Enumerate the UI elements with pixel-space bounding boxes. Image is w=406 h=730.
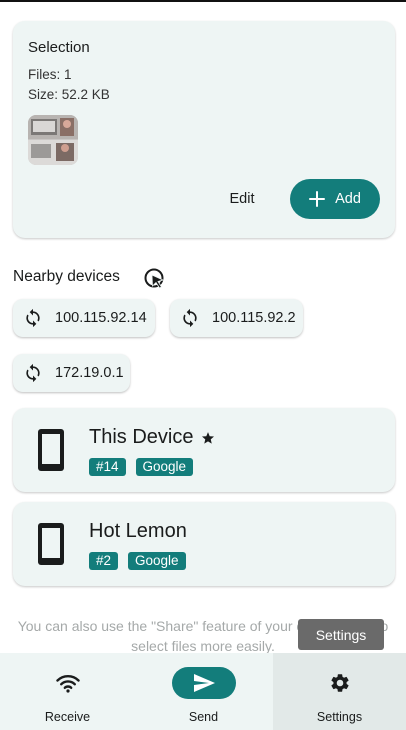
nav-send[interactable]: Send — [136, 653, 271, 730]
gear-icon — [330, 674, 349, 692]
refresh-icon — [26, 308, 40, 328]
selection-file-count: Files: 1 — [28, 67, 72, 82]
address-label: 172.19.0.1 — [55, 365, 124, 381]
nav-settings[interactable]: Settings — [273, 653, 406, 730]
send-icon — [193, 674, 215, 692]
nearby-address-chip[interactable]: 172.19.0.1 — [13, 354, 130, 392]
phone-icon — [38, 523, 64, 565]
nearby-devices-title: Nearby devices — [13, 268, 120, 285]
device-card-hot-lemon[interactable]: Hot Lemon #2 Google — [13, 502, 395, 586]
add-files-button[interactable]: Add — [290, 179, 380, 219]
address-label: 100.115.92.2 — [212, 310, 296, 326]
refresh-icon — [183, 308, 197, 328]
selection-size: Size: 52.2 KB — [28, 87, 110, 102]
settings-tooltip: Settings — [298, 619, 384, 650]
edit-selection-button[interactable]: Edit — [216, 188, 268, 210]
star-icon — [202, 431, 215, 444]
device-vendor-tag: Google — [128, 552, 186, 570]
device-id-tag: #2 — [89, 552, 119, 570]
nav-receive[interactable]: Receive — [0, 653, 135, 730]
plus-icon — [309, 191, 326, 207]
refresh-icon — [26, 363, 40, 383]
file-thumbnail[interactable] — [28, 115, 78, 165]
address-label: 100.115.92.14 — [55, 310, 147, 326]
device-card-this-device[interactable]: This Device #14 Google — [13, 408, 395, 492]
scan-cursor-icon[interactable] — [143, 267, 167, 291]
add-button-label: Add — [335, 191, 361, 207]
nav-send-label: Send — [188, 710, 219, 724]
device-name: This Device — [89, 426, 194, 448]
nav-receive-label: Receive — [44, 710, 91, 724]
nav-settings-label: Settings — [316, 710, 363, 724]
status-bar-edge — [0, 0, 406, 2]
selection-card: Selection Files: 1 Size: 52.2 KB Edit Ad… — [13, 21, 395, 238]
wifi-icon — [55, 675, 80, 693]
device-vendor-tag: Google — [135, 458, 194, 476]
bottom-navigation: Receive Send Settings — [0, 653, 406, 730]
device-name: Hot Lemon — [89, 520, 187, 542]
phone-icon — [38, 429, 64, 471]
selection-title: Selection — [28, 39, 90, 56]
nearby-address-chip[interactable]: 100.115.92.14 — [13, 299, 155, 337]
nearby-address-chip[interactable]: 100.115.92.2 — [170, 299, 303, 337]
device-id-tag: #14 — [89, 458, 126, 476]
